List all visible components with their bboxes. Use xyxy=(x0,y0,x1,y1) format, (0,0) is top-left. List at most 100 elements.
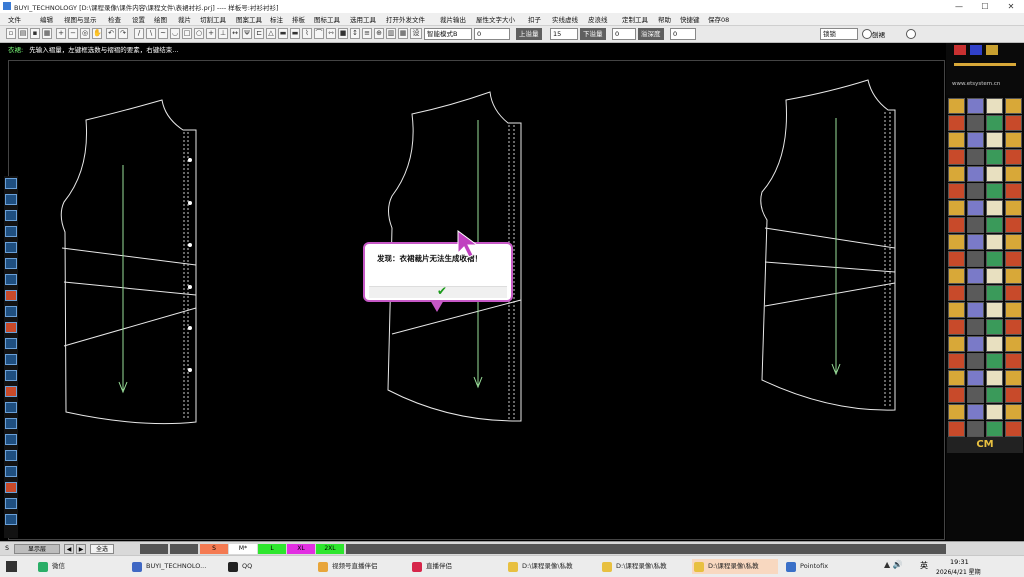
pattern-tool-icon[interactable] xyxy=(967,98,984,114)
pattern-tool-icon[interactable] xyxy=(986,353,1003,369)
tool-icon[interactable] xyxy=(5,226,17,237)
pattern-tool-icon[interactable] xyxy=(948,285,965,301)
pattern-tool-icon[interactable] xyxy=(967,421,984,437)
pattern-tool-icon[interactable] xyxy=(948,200,965,216)
pattern-tool-icon[interactable] xyxy=(986,200,1003,216)
pattern-tool-icon[interactable] xyxy=(986,387,1003,403)
pattern-tool-icon[interactable] xyxy=(986,336,1003,352)
pattern-tool-icon[interactable] xyxy=(948,149,965,165)
tool-icon[interactable] xyxy=(5,450,17,461)
pattern-tool-icon[interactable] xyxy=(967,268,984,284)
pattern-tool-icon[interactable] xyxy=(948,132,965,148)
pattern-tool-icon[interactable] xyxy=(967,183,984,199)
next-button[interactable]: ▶ xyxy=(76,544,86,554)
pattern-tool-icon[interactable] xyxy=(986,251,1003,267)
pattern-tool-icon[interactable] xyxy=(1005,404,1022,420)
size-m-button[interactable]: M* xyxy=(229,544,257,554)
pattern-tool-icon[interactable] xyxy=(1005,285,1022,301)
tool-icon[interactable] xyxy=(5,178,17,189)
pattern-tool-icon[interactable] xyxy=(948,98,965,114)
prev-button[interactable]: ◀ xyxy=(64,544,74,554)
taskbar-app[interactable]: Pointofix xyxy=(784,559,864,574)
pattern-tool-icon[interactable] xyxy=(1005,268,1022,284)
pattern-tool-icon[interactable] xyxy=(948,336,965,352)
pattern-tool-icon[interactable] xyxy=(948,115,965,131)
tray-icons[interactable]: ▲ 🔊 xyxy=(884,560,903,569)
pattern-tool-icon[interactable] xyxy=(1005,251,1022,267)
pattern-tool-icon[interactable] xyxy=(967,132,984,148)
pattern-tool-icon[interactable] xyxy=(948,302,965,318)
clock-date[interactable]: 2026/4/21 星期 xyxy=(936,567,981,576)
tool-icon[interactable] xyxy=(5,402,17,413)
taskbar-app[interactable]: BUYI_TECHNOLO... xyxy=(130,559,218,574)
tool-icon[interactable] xyxy=(5,210,17,221)
select-all-button[interactable]: 全选 xyxy=(90,544,114,554)
size-s-button[interactable]: S xyxy=(200,544,228,554)
taskbar-app[interactable]: D:\课程录像\私教 xyxy=(600,559,686,574)
pattern-tool-icon[interactable] xyxy=(1005,353,1022,369)
pattern-tool-icon[interactable] xyxy=(986,302,1003,318)
pattern-tool-icon[interactable] xyxy=(948,319,965,335)
pattern-tool-icon[interactable] xyxy=(967,404,984,420)
pattern-tool-icon[interactable] xyxy=(948,234,965,250)
pattern-tool-icon[interactable] xyxy=(986,370,1003,386)
pattern-tool-icon[interactable] xyxy=(986,166,1003,182)
pattern-tool-icon[interactable] xyxy=(1005,336,1022,352)
pattern-tool-icon[interactable] xyxy=(948,353,965,369)
pattern-tool-icon[interactable] xyxy=(967,302,984,318)
pattern-tool-icon[interactable] xyxy=(1005,234,1022,250)
pattern-tool-icon[interactable] xyxy=(1005,132,1022,148)
tool-icon[interactable] xyxy=(5,482,17,493)
tool-icon[interactable] xyxy=(5,370,17,381)
pattern-tool-icon[interactable] xyxy=(1005,183,1022,199)
tool-icon[interactable] xyxy=(5,322,17,333)
pattern-tool-icon[interactable] xyxy=(948,166,965,182)
taskbar-app[interactable]: D:\课程录像\私教 xyxy=(506,559,592,574)
pattern-tool-icon[interactable] xyxy=(967,353,984,369)
size-xl-button[interactable]: XL xyxy=(287,544,315,554)
size-2xl-button[interactable]: 2XL xyxy=(316,544,344,554)
tool-icon[interactable] xyxy=(5,354,17,365)
size-l-button[interactable]: L xyxy=(258,544,286,554)
pattern-tool-icon[interactable] xyxy=(967,336,984,352)
pattern-tool-icon[interactable] xyxy=(967,387,984,403)
taskbar-app[interactable]: 微信 xyxy=(36,559,120,574)
pattern-tool-icon[interactable] xyxy=(967,200,984,216)
size-slot[interactable] xyxy=(170,544,198,554)
pattern-tool-icon[interactable] xyxy=(986,132,1003,148)
pattern-tool-icon[interactable] xyxy=(986,115,1003,131)
ime-indicator[interactable]: 英 xyxy=(920,560,928,571)
pattern-piece[interactable] xyxy=(760,79,896,411)
pattern-tool-icon[interactable] xyxy=(948,421,965,437)
pattern-tool-icon[interactable] xyxy=(986,98,1003,114)
tool-icon[interactable] xyxy=(5,386,17,397)
tool-icon[interactable] xyxy=(5,274,17,285)
tool-icon[interactable] xyxy=(5,258,17,269)
tool-icon[interactable] xyxy=(5,498,17,509)
cm-unit-button[interactable]: CM xyxy=(947,437,1023,453)
pattern-tool-icon[interactable] xyxy=(986,421,1003,437)
pattern-tool-icon[interactable] xyxy=(1005,421,1022,437)
pattern-tool-icon[interactable] xyxy=(967,251,984,267)
pattern-tool-icon[interactable] xyxy=(948,183,965,199)
pattern-tool-icon[interactable] xyxy=(986,319,1003,335)
size-slot[interactable] xyxy=(140,544,168,554)
pattern-tool-icon[interactable] xyxy=(1005,200,1022,216)
tool-icon[interactable] xyxy=(5,466,17,477)
pattern-piece[interactable] xyxy=(60,99,197,425)
pattern-tool-icon[interactable] xyxy=(986,234,1003,250)
ok-check-button[interactable]: ✔ xyxy=(435,284,449,298)
pattern-tool-icon[interactable] xyxy=(986,268,1003,284)
taskbar-app[interactable]: D:\课程录像\私教 xyxy=(692,559,778,574)
pattern-tool-icon[interactable] xyxy=(967,319,984,335)
pattern-tool-icon[interactable] xyxy=(986,149,1003,165)
display-layer-button[interactable]: 显示层 xyxy=(14,544,60,554)
tool-icon[interactable] xyxy=(5,418,17,429)
taskbar-app[interactable]: 视频号直播伴侣 xyxy=(316,559,402,574)
pattern-tool-icon[interactable] xyxy=(948,268,965,284)
pattern-tool-icon[interactable] xyxy=(967,234,984,250)
pattern-tool-icon[interactable] xyxy=(1005,149,1022,165)
pattern-tool-icon[interactable] xyxy=(948,370,965,386)
taskbar-app[interactable]: 直播伴侣 xyxy=(410,559,498,574)
pattern-tool-icon[interactable] xyxy=(1005,370,1022,386)
